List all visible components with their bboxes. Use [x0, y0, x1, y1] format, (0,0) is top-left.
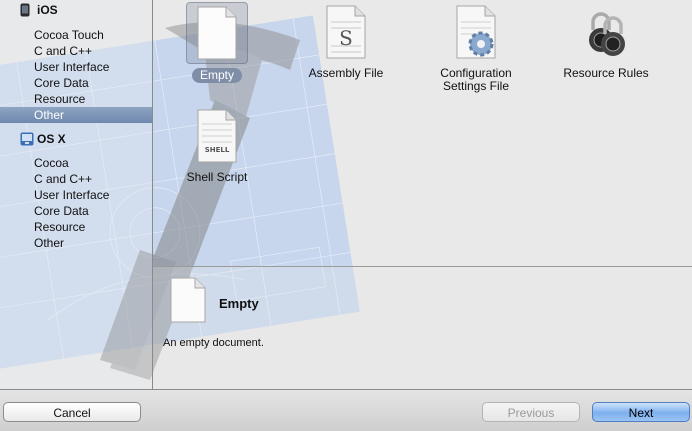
- template-grid: Empty S Assembly File Configuration Setting…: [153, 0, 692, 266]
- detail-description: An empty document.: [163, 337, 264, 349]
- template-label: Assembly File: [308, 66, 384, 80]
- platform-header-ios: iOS: [0, 2, 152, 18]
- configuration-settings-icon: [446, 2, 506, 62]
- iphone-icon: [20, 3, 32, 17]
- bottom-button-bar: Cancel Previous Next: [0, 389, 692, 431]
- empty-document-icon: [170, 277, 206, 323]
- sidebar-item-core-data[interactable]: Core Data: [0, 203, 152, 219]
- template-detail-pane: Empty An empty document.: [153, 267, 692, 389]
- template-empty[interactable]: Empty: [157, 2, 277, 83]
- sidebar-item-cocoa-touch[interactable]: Cocoa Touch: [0, 27, 152, 43]
- sidebar-item-other[interactable]: Other: [0, 235, 152, 251]
- sidebar-item-core-data[interactable]: Core Data: [0, 75, 152, 91]
- cancel-button[interactable]: Cancel: [3, 402, 141, 422]
- sidebar-item-user-interface[interactable]: User Interface: [0, 59, 152, 75]
- template-resource-rules[interactable]: Resource Rules: [546, 2, 666, 81]
- svg-text:SHELL: SHELL: [205, 146, 230, 154]
- sidebar-item-cocoa[interactable]: Cocoa: [0, 155, 152, 171]
- shell-script-icon: SHELL: [187, 106, 247, 166]
- platform-header-os-x: OS X: [0, 131, 152, 147]
- platform-label: iOS: [37, 3, 58, 17]
- template-assembly-file[interactable]: S Assembly File: [286, 2, 406, 81]
- detail-title: Empty: [219, 296, 259, 311]
- template-label: Empty: [191, 68, 242, 83]
- template-category-sidebar: iOS Cocoa Touch C and C++ User Interface Cor…: [0, 0, 153, 389]
- padlock-icon: [576, 2, 636, 62]
- template-label: Shell Script: [186, 170, 248, 184]
- sidebar-item-c-and-cpp[interactable]: C and C++: [0, 171, 152, 187]
- sidebar-item-c-and-cpp[interactable]: C and C++: [0, 43, 152, 59]
- assembly-file-icon: S: [316, 2, 376, 62]
- mac-icon: [20, 132, 34, 146]
- template-shell-script[interactable]: SHELL Shell Script: [157, 106, 277, 185]
- svg-text:S: S: [339, 26, 353, 50]
- template-label: Resource Rules: [563, 66, 649, 80]
- next-button[interactable]: Next: [592, 402, 690, 422]
- sidebar-item-resource[interactable]: Resource: [0, 91, 152, 107]
- empty-document-icon: [186, 2, 248, 64]
- template-label: Configuration Settings File: [440, 66, 512, 93]
- sidebar-item-other[interactable]: Other: [0, 107, 152, 123]
- sidebar-item-user-interface[interactable]: User Interface: [0, 187, 152, 203]
- previous-button[interactable]: Previous: [482, 402, 580, 422]
- platform-label: OS X: [37, 132, 66, 146]
- template-configuration-settings-file[interactable]: Configuration Settings File: [416, 2, 536, 94]
- sidebar-item-resource[interactable]: Resource: [0, 219, 152, 235]
